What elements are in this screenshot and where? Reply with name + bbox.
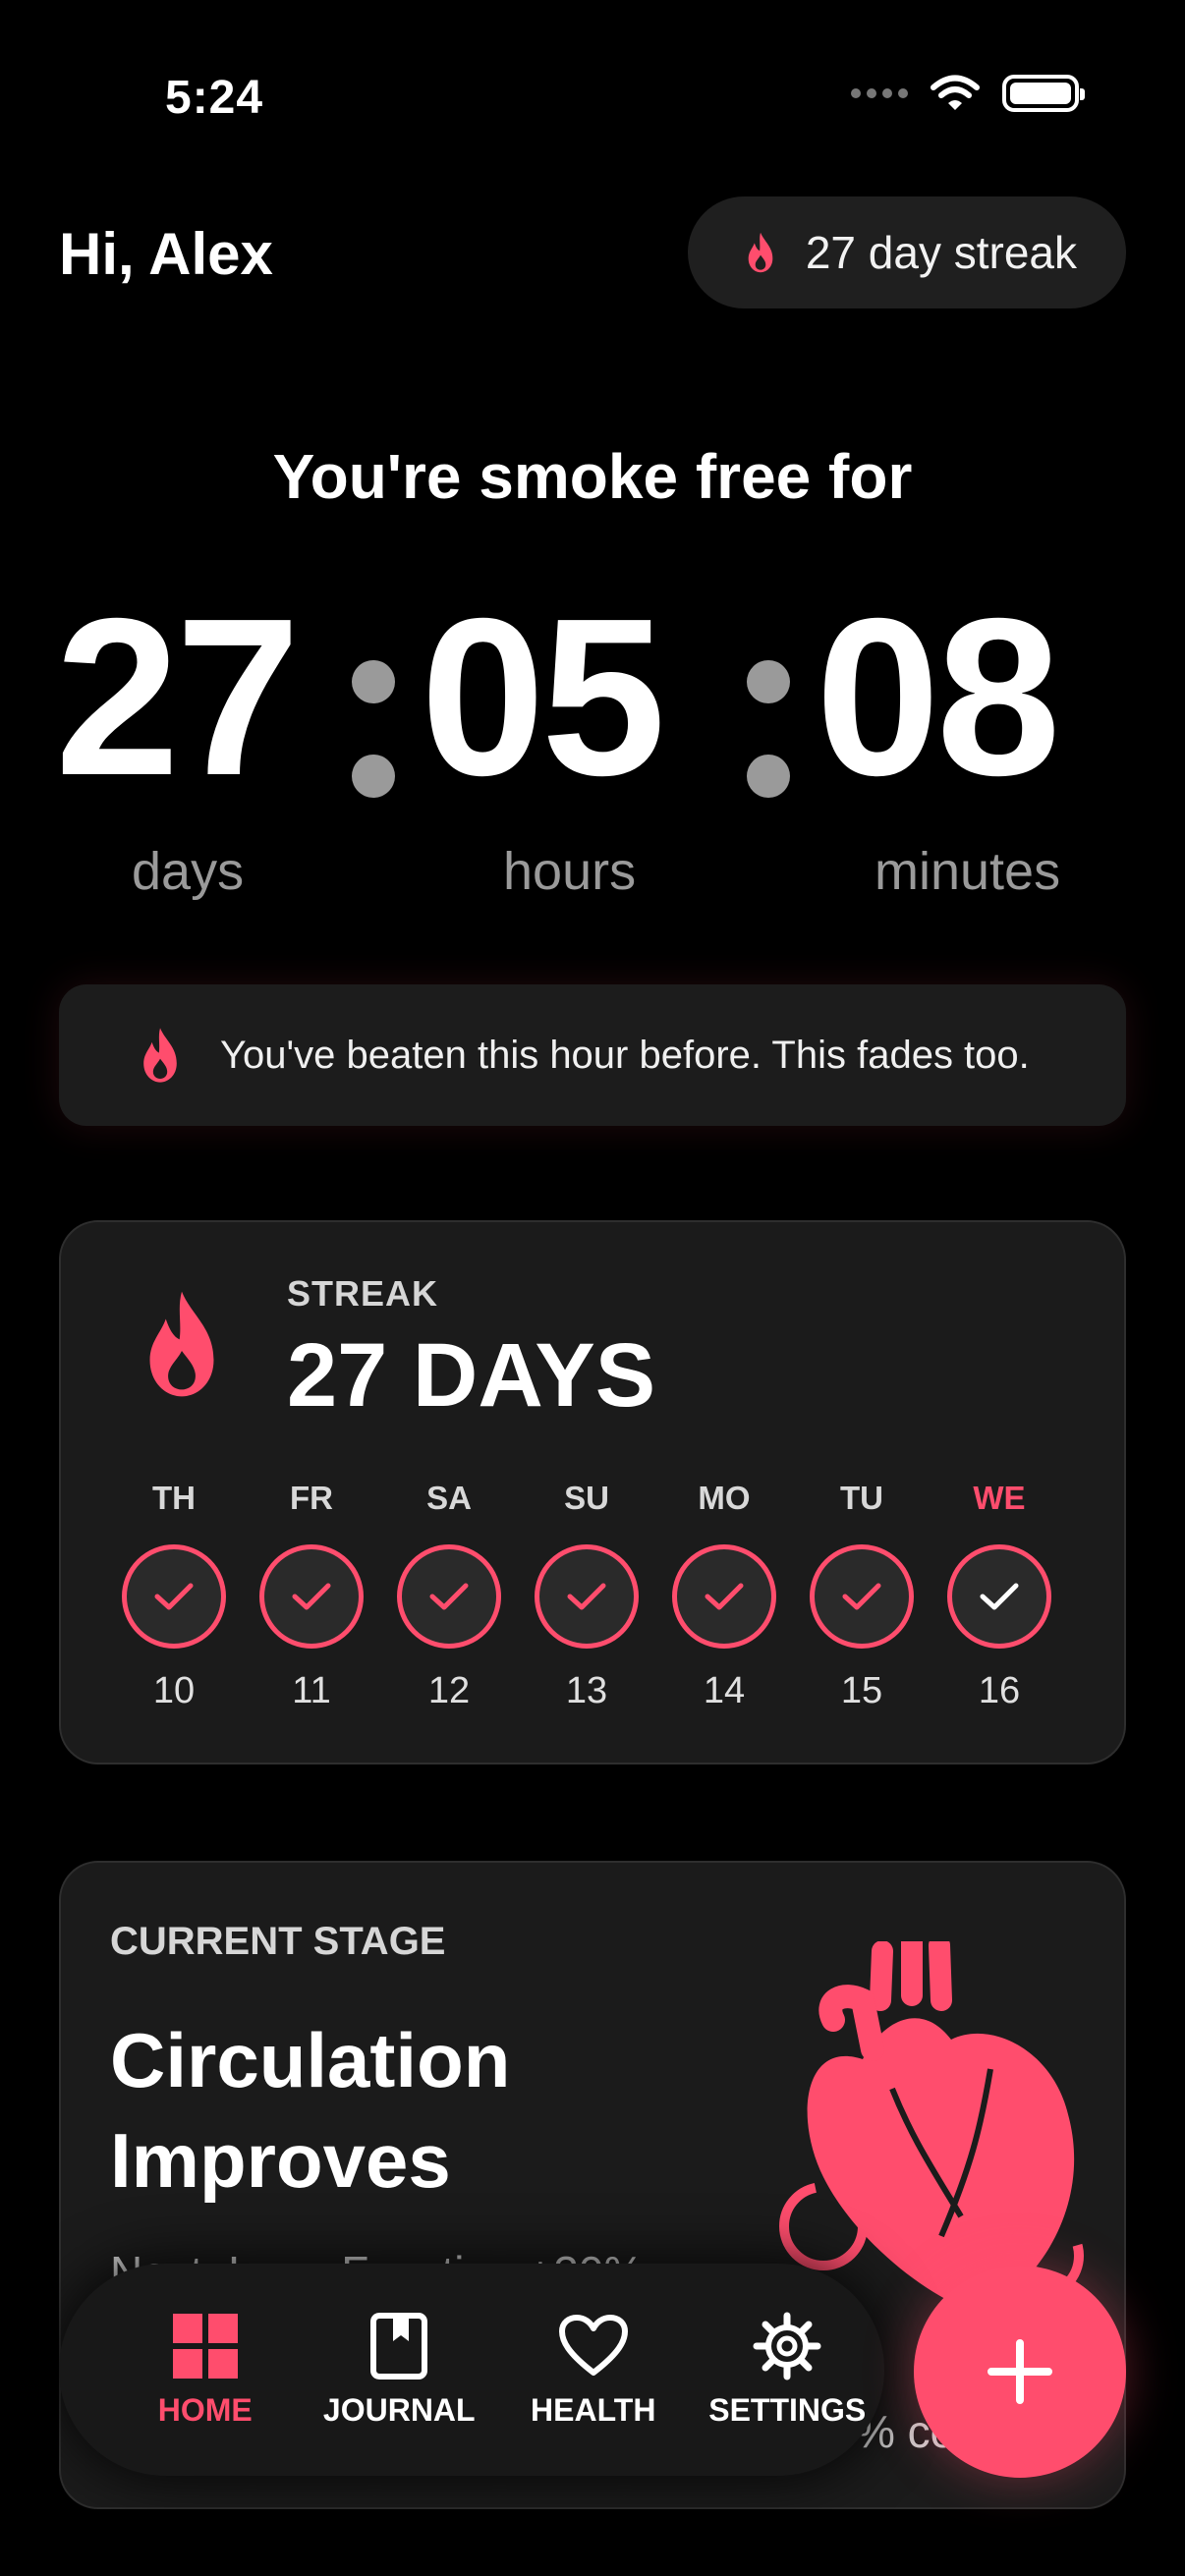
- timer-hours-label: hours: [503, 842, 637, 901]
- flame-icon: [143, 1028, 177, 1083]
- day-name: TH: [152, 1480, 196, 1516]
- day-name: TU: [840, 1480, 883, 1516]
- day-name: WE: [973, 1480, 1026, 1516]
- check-icon: [292, 1583, 331, 1610]
- stage-label: CURRENT STAGE: [110, 1920, 446, 1963]
- day-sunday[interactable]: SU 13: [535, 1480, 639, 1712]
- tab-label: HOME: [157, 2391, 253, 2428]
- tab-health[interactable]: HEALTH: [496, 2312, 691, 2429]
- greeting: Hi, Alex: [59, 221, 273, 287]
- flame-icon: [149, 1291, 214, 1397]
- day-name: SA: [426, 1480, 472, 1516]
- day-check: [672, 1544, 776, 1649]
- day-number: 10: [152, 1670, 196, 1711]
- day-check: [122, 1544, 226, 1649]
- day-monday[interactable]: MO 14: [672, 1480, 776, 1712]
- day-number: 15: [840, 1670, 883, 1711]
- check-icon: [567, 1583, 606, 1610]
- check-icon: [705, 1583, 744, 1610]
- gear-icon: [753, 2312, 821, 2380]
- tab-settings[interactable]: SETTINGS: [691, 2312, 885, 2429]
- heart-icon: [558, 2314, 628, 2376]
- day-tuesday[interactable]: TU 15: [810, 1480, 914, 1712]
- smoke-free-timer: 27 05 08: [0, 580, 1185, 815]
- journal-icon: [370, 2312, 428, 2380]
- check-icon: [429, 1583, 469, 1610]
- day-friday[interactable]: FR 11: [259, 1480, 364, 1712]
- day-number: 14: [703, 1670, 746, 1711]
- stage-title: Circulation Improves: [110, 2017, 511, 2204]
- day-thursday[interactable]: TH 10: [122, 1480, 226, 1712]
- streak-badge[interactable]: 27 day streak: [687, 196, 1126, 308]
- battery-icon: [1002, 75, 1085, 112]
- check-icon: [842, 1583, 881, 1610]
- day-check: [397, 1544, 501, 1649]
- timer-days-label: days: [132, 842, 245, 901]
- timer-days: 27: [55, 573, 301, 822]
- tab-home[interactable]: HOME: [108, 2312, 303, 2429]
- timer-hours: 05: [421, 573, 666, 822]
- tab-bar: HOME JOURNAL HEALTH SETTINGS: [59, 2264, 884, 2476]
- grid-icon: [172, 2313, 238, 2379]
- status-icons: [851, 75, 1085, 112]
- day-check: [947, 1544, 1051, 1649]
- tab-label: SETTINGS: [708, 2391, 867, 2428]
- day-number: 12: [427, 1670, 471, 1711]
- day-number: 13: [565, 1670, 608, 1711]
- day-name: FR: [290, 1480, 333, 1516]
- streak-card[interactable]: STREAK 27 DAYS TH 10 FR 11 SA 12 SU 13 M…: [59, 1220, 1126, 1764]
- wifi-icon: [931, 75, 980, 110]
- status-time: 5:24: [165, 72, 264, 124]
- day-check: [810, 1544, 914, 1649]
- tab-journal[interactable]: JOURNAL: [303, 2312, 497, 2429]
- day-name: SU: [564, 1480, 609, 1516]
- timer-minutes: 08: [816, 573, 1061, 822]
- flame-icon: [748, 232, 773, 273]
- check-icon: [980, 1583, 1019, 1610]
- check-icon: [154, 1583, 194, 1610]
- tab-label: HEALTH: [531, 2391, 656, 2428]
- streak-label: STREAK: [287, 1273, 439, 1314]
- day-name: MO: [698, 1480, 751, 1516]
- streak-badge-label: 27 day streak: [805, 227, 1077, 278]
- timer-minutes-label: minutes: [875, 842, 1061, 901]
- day-wednesday-today[interactable]: WE 16: [947, 1480, 1051, 1712]
- week-days: TH 10 FR 11 SA 12 SU 13 MO 14 TU 15 WE 1…: [122, 1480, 1051, 1712]
- day-check: [259, 1544, 364, 1649]
- plus-icon: [988, 2339, 1052, 2404]
- motivation-banner: You've beaten this hour before. This fad…: [59, 984, 1126, 1126]
- smoke-free-title: You're smoke free for: [272, 441, 913, 512]
- add-button[interactable]: [914, 2266, 1126, 2478]
- day-check: [535, 1544, 639, 1649]
- day-number: 16: [978, 1670, 1021, 1711]
- motivation-text: You've beaten this hour before. This fad…: [220, 1033, 1030, 1077]
- streak-value: 27 DAYS: [287, 1325, 656, 1426]
- cellular-icon: [851, 88, 908, 98]
- tab-label: JOURNAL: [322, 2391, 476, 2428]
- day-number: 11: [292, 1670, 331, 1711]
- day-saturday[interactable]: SA 12: [397, 1480, 501, 1712]
